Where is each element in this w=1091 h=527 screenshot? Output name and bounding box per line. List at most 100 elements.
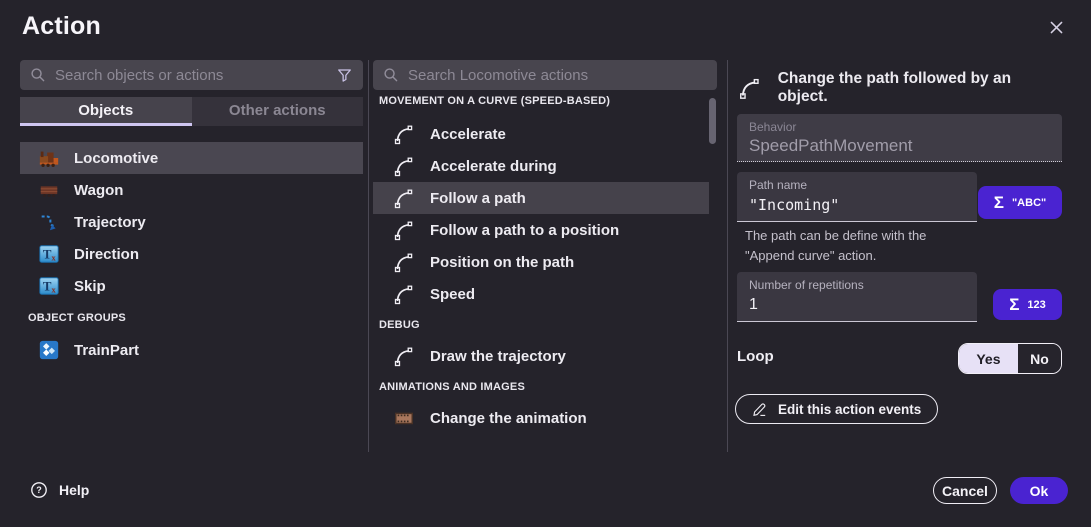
path-help-text: The path can be define with the "Append … xyxy=(745,226,926,266)
abc-label: "ABC" xyxy=(1012,197,1046,209)
loop-label: Loop xyxy=(737,348,774,365)
number-expression-button[interactable]: Σ 123 xyxy=(993,289,1062,320)
loop-toggle: Yes No xyxy=(958,343,1062,374)
sigma-icon: Σ xyxy=(1009,295,1019,315)
loop-yes-button[interactable]: Yes xyxy=(959,344,1018,373)
curve-action-icon xyxy=(391,121,417,147)
repetitions-field-label: Number of repetitions xyxy=(749,278,965,292)
object-label: Skip xyxy=(74,278,106,295)
path-help-line-2: "Append curve" action. xyxy=(745,246,926,266)
object-row-wagon[interactable]: Wagon xyxy=(20,174,363,206)
action-label: Position on the path xyxy=(430,254,574,271)
behavior-field-label: Behavior xyxy=(749,120,1050,134)
text-object-icon: Tx xyxy=(37,274,61,298)
curve-action-icon xyxy=(391,217,417,243)
action-row-position-on-the-path[interactable]: Position on the path xyxy=(373,246,709,278)
action-label: Accelerate xyxy=(430,126,506,143)
123-label: 123 xyxy=(1027,299,1045,311)
tab-objects[interactable]: Objects xyxy=(20,97,192,126)
panel-divider xyxy=(727,60,728,452)
path-name-field[interactable]: Path name "Incoming" xyxy=(737,172,977,222)
tab-other-actions-label: Other actions xyxy=(229,102,326,119)
filter-icon[interactable] xyxy=(336,67,353,84)
object-label: TrainPart xyxy=(74,342,139,359)
repetitions-field-value[interactable]: 1 xyxy=(749,296,965,314)
action-label: Follow a path xyxy=(430,190,526,207)
action-row-draw-the-trajectory[interactable]: Draw the trajectory xyxy=(373,340,709,372)
panel-divider xyxy=(368,60,369,452)
sigma-icon: Σ xyxy=(994,193,1004,213)
object-label: Locomotive xyxy=(74,150,158,167)
film-strip-icon xyxy=(391,405,417,431)
dialog-title: Action xyxy=(22,12,101,41)
objects-search-bar[interactable] xyxy=(20,60,363,90)
section-header-debug: DEBUG xyxy=(373,310,717,340)
curve-action-icon xyxy=(391,281,417,307)
wagon-icon xyxy=(37,178,61,202)
action-label: Follow a path to a position xyxy=(430,222,619,239)
action-label: Speed xyxy=(430,286,475,303)
search-icon xyxy=(383,67,399,83)
left-panel-tabs: Objects Other actions xyxy=(20,97,363,126)
object-row-trajectory[interactable]: Trajectory xyxy=(20,206,363,238)
tab-objects-label: Objects xyxy=(78,102,133,119)
help-button[interactable]: ? Help xyxy=(30,481,89,499)
action-dialog: Action Objects Other actions Locomotive … xyxy=(0,0,1091,527)
trajectory-icon xyxy=(37,210,61,234)
action-row-speed[interactable]: Speed xyxy=(373,278,709,310)
object-row-direction[interactable]: Tx Direction xyxy=(20,238,363,270)
curve-action-icon xyxy=(391,153,417,179)
svg-text:T: T xyxy=(43,280,52,294)
curve-action-icon xyxy=(737,75,763,101)
objects-search-input[interactable] xyxy=(55,67,327,84)
path-name-field-value[interactable]: "Incoming" xyxy=(749,196,965,214)
action-row-change-the-animation[interactable]: Change the animation xyxy=(373,402,709,434)
object-row-skip[interactable]: Tx Skip xyxy=(20,270,363,302)
object-row-locomotive[interactable]: Locomotive xyxy=(20,142,363,174)
behavior-field-value: SpeedPathMovement xyxy=(749,136,1050,156)
action-label: Accelerate during xyxy=(430,158,557,175)
curve-action-icon xyxy=(391,249,417,275)
curve-action-icon xyxy=(391,185,417,211)
tab-other-actions[interactable]: Other actions xyxy=(192,97,364,126)
svg-text:T: T xyxy=(43,248,52,262)
action-row-follow-a-path-to-a-position[interactable]: Follow a path to a position xyxy=(373,214,709,246)
actions-list: MOVEMENT ON A CURVE (SPEED-BASED) Accele… xyxy=(373,92,717,452)
section-header-movement: MOVEMENT ON A CURVE (SPEED-BASED) xyxy=(373,92,717,118)
path-help-line-1: The path can be define with the xyxy=(745,226,926,246)
actions-search-bar[interactable] xyxy=(373,60,717,90)
object-row-trainpart[interactable]: TrainPart xyxy=(20,334,363,366)
action-description: Change the path followed by an object. xyxy=(778,70,1062,106)
action-row-accelerate[interactable]: Accelerate xyxy=(373,118,709,150)
help-icon: ? xyxy=(30,481,48,499)
object-label: Trajectory xyxy=(74,214,146,231)
loop-row: Loop Yes No xyxy=(737,343,1062,374)
action-label: Draw the trajectory xyxy=(430,348,566,365)
action-row-accelerate-during[interactable]: Accelerate during xyxy=(373,150,709,182)
search-icon xyxy=(30,67,46,83)
text-object-icon: Tx xyxy=(37,242,61,266)
object-label: Direction xyxy=(74,246,139,263)
action-description-row: Change the path followed by an object. xyxy=(737,70,1062,106)
scrollbar-thumb[interactable] xyxy=(709,98,716,144)
repetitions-field[interactable]: Number of repetitions 1 xyxy=(737,272,977,322)
cancel-button[interactable]: Cancel xyxy=(933,477,997,504)
close-button[interactable] xyxy=(1045,16,1067,38)
svg-text:?: ? xyxy=(36,485,42,495)
ok-button[interactable]: Ok xyxy=(1010,477,1068,504)
pencil-icon xyxy=(752,401,768,417)
group-icon xyxy=(37,338,61,362)
help-label: Help xyxy=(59,482,89,498)
curve-action-icon xyxy=(391,343,417,369)
action-label: Change the animation xyxy=(430,410,587,427)
edit-action-events-label: Edit this action events xyxy=(778,402,921,417)
action-row-follow-a-path[interactable]: Follow a path xyxy=(373,182,709,214)
close-icon xyxy=(1048,19,1065,36)
loop-no-button[interactable]: No xyxy=(1018,344,1061,373)
behavior-field: Behavior SpeedPathMovement xyxy=(737,114,1062,162)
object-groups-header: OBJECT GROUPS xyxy=(20,302,363,334)
string-expression-button[interactable]: Σ "ABC" xyxy=(978,186,1062,219)
actions-search-input[interactable] xyxy=(408,67,707,84)
edit-action-events-button[interactable]: Edit this action events xyxy=(735,394,938,424)
path-name-field-label: Path name xyxy=(749,178,965,192)
